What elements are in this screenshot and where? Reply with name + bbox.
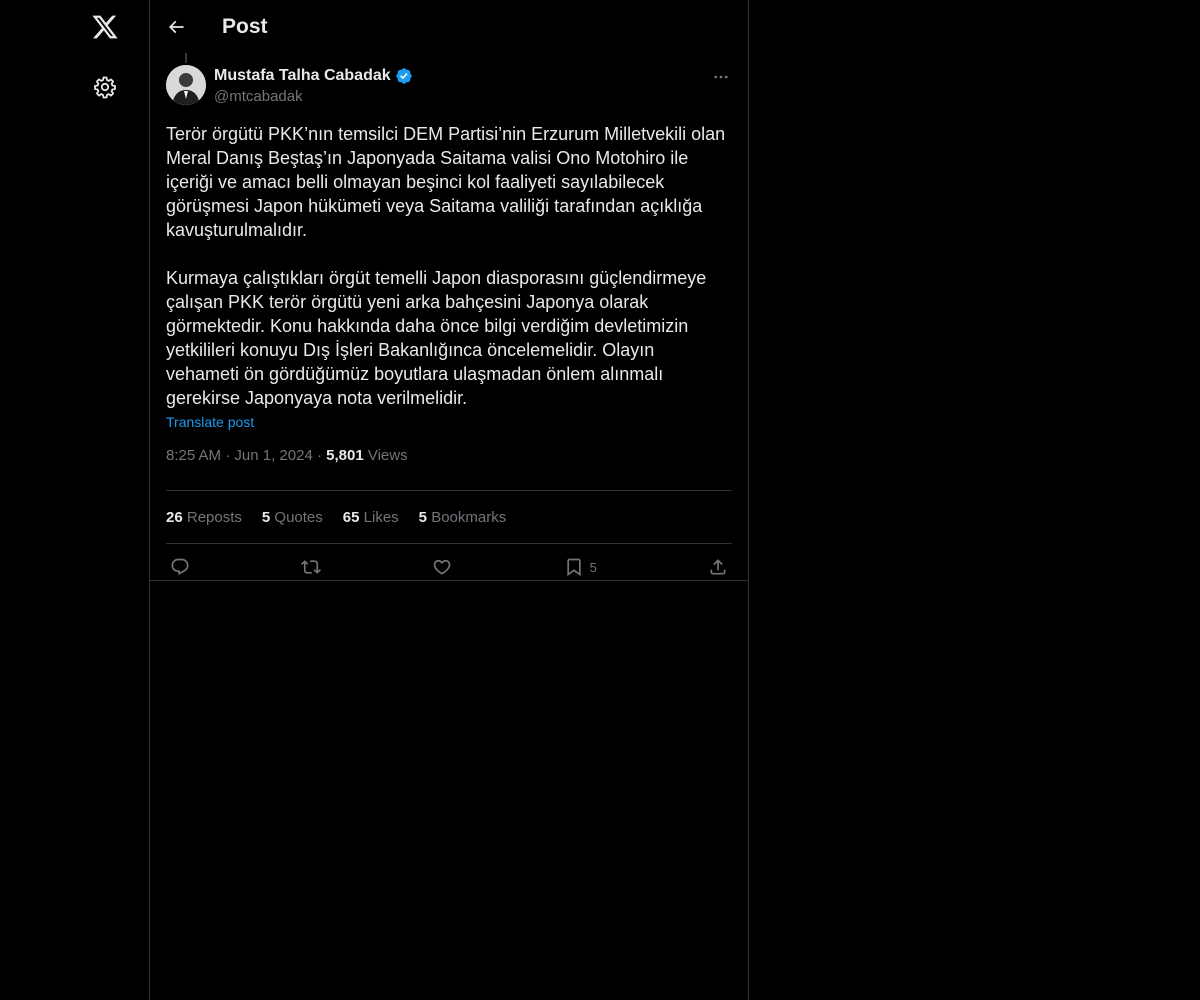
author-handle[interactable]: @mtcabadak [214,87,303,107]
bookmarks-count: 5 [418,508,428,526]
settings-icon[interactable] [90,72,120,102]
post-time[interactable]: 8:25 AM [166,447,221,464]
post: Mustafa Talha Cabadak @mtcabadak Terör ö… [150,64,748,590]
translate-post-link[interactable]: Translate post [166,412,254,432]
reposts-count: 26 [166,508,183,526]
page: Post Mustafa Talha Cabadak @mtcabadak Te… [0,0,1200,1000]
bookmarks-stat[interactable]: 5 Bookmarks [419,509,507,526]
post-detail-column: Post Mustafa Talha Cabadak @mtcabadak Te… [150,0,749,1000]
avatar[interactable] [166,65,206,105]
views-label: Views [367,447,408,464]
post-text: Terör örgütü PKK’nın temsilci DEM Partis… [166,124,726,408]
quotes-label: Quotes [274,508,323,526]
more-icon[interactable] [710,66,732,88]
quotes-count: 5 [261,508,271,526]
thread-connector-line [185,53,187,63]
engagement-stats: 26 Reposts 5 Quotes 65 Likes 5 Bookmarks [166,491,732,543]
author-name-text: Mustafa Talha Cabadak [214,67,391,84]
share-icon [710,559,726,575]
repost-icon [301,560,322,574]
author-name[interactable]: Mustafa Talha Cabadak [214,66,413,86]
quotes-stat[interactable]: 5 Quotes [262,509,323,526]
repost-button[interactable] [301,552,322,582]
bookmark-count: 5 [589,559,597,575]
like-icon [434,559,451,575]
post-meta: 8:25 AM · Jun 1, 2024 · 5,801 Views [166,446,732,490]
likes-count: 65 [342,508,360,526]
bookmarks-label: Bookmarks [431,508,507,526]
likes-stat[interactable]: 65 Likes [343,509,399,526]
reposts-label: Reposts [186,508,242,526]
reposts-stat[interactable]: 26 Reposts [166,509,242,526]
left-nav [0,0,150,1000]
bookmark-icon [566,558,581,577]
page-title: Post [222,15,268,38]
author-row: Mustafa Talha Cabadak @mtcabadak [166,64,732,116]
reply-icon [171,558,189,576]
share-button[interactable] [708,552,728,582]
header: Post [150,0,748,54]
post-date[interactable]: Jun 1, 2024 [234,447,312,464]
back-arrow-icon[interactable] [162,13,190,41]
action-bar: 5 [166,544,732,590]
verified-badge-icon [395,67,413,85]
reply-button[interactable] [170,552,190,582]
bookmark-button[interactable]: 5 [564,552,597,582]
meta-separator: · [316,447,327,464]
views-count: 5,801 [326,447,364,464]
meta-separator: · [225,447,235,464]
like-button[interactable] [432,552,452,582]
post-bottom-border [150,580,748,581]
likes-label: Likes [363,508,399,526]
x-logo-icon[interactable] [88,10,122,44]
